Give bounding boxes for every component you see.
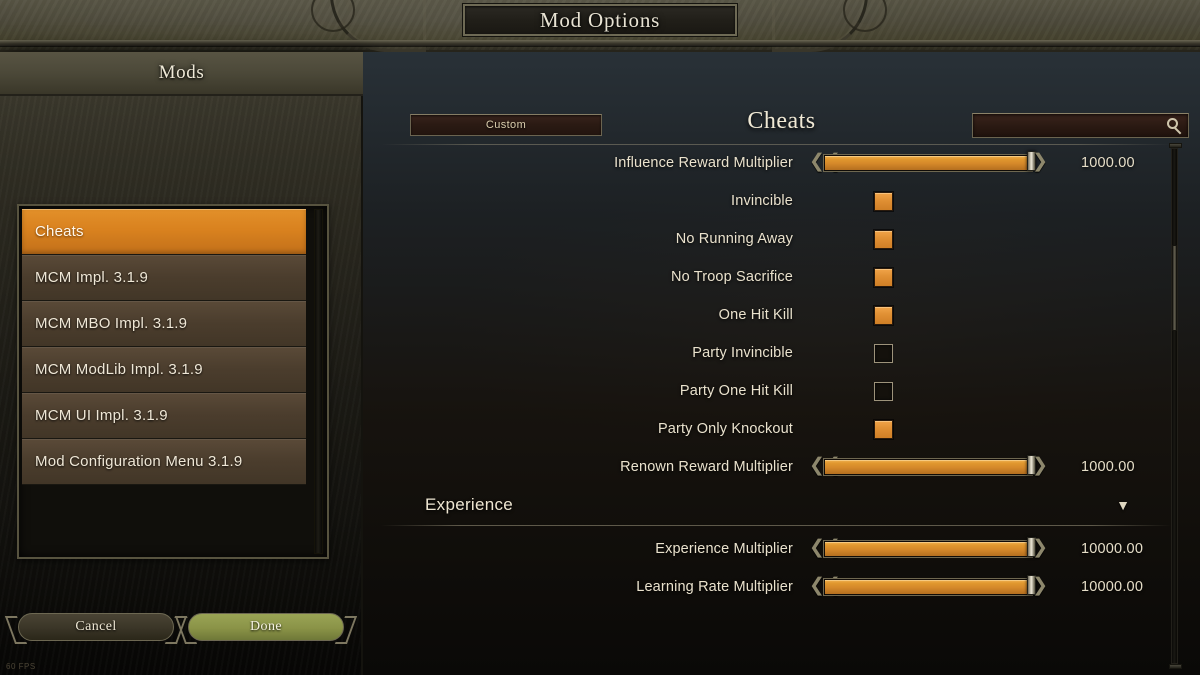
search-box[interactable] [972,113,1189,138]
section-header-experience[interactable]: Experience ▼ [363,486,1200,530]
fps-counter: 60 FPS [6,662,36,671]
option-control: ❮❮❯ [809,151,1048,174]
option-value: 10000.00 [1081,579,1144,595]
slider-influence-reward-multiplier[interactable]: ❮❮❯ [809,151,1048,174]
sidebar-item-label: Mod Configuration Menu 3.1.9 [35,453,243,470]
slider-fill [825,460,1033,474]
option-row-party-only-knockout: Party Only Knockout [363,410,1200,448]
option-value: 1000.00 [1081,459,1135,475]
option-row-learning-rate-multiplier: Learning Rate Multiplier ❮❮❯ 10000.00 [363,568,1200,606]
done-button[interactable]: Done [188,613,344,641]
checkbox-no-troop-sacrifice[interactable] [874,267,893,287]
sidebar-item-label: Cheats [35,223,84,240]
checkbox-one-hit-kill[interactable] [874,305,893,325]
option-row-party-one-hit-kill: Party One Hit Kill [363,372,1200,410]
option-row-no-troop-sacrifice: No Troop Sacrifice [363,258,1200,296]
slider-fill [825,542,1033,556]
mods-sidebar: Mods Cheats MCM Impl. 3.1.9 MCM MBO Impl. … [0,52,363,675]
sidebar-item-mcm-mbo-impl-3-1-9[interactable]: MCM MBO Impl. 3.1.9 [22,301,306,347]
cancel-button[interactable]: Cancel [18,613,174,641]
sidebar-item-label: MCM MBO Impl. 3.1.9 [35,315,188,332]
sidebar-item-mcm-ui-impl-3-1-9[interactable]: MCM UI Impl. 3.1.9 [22,393,306,439]
scrollbar-cap-bottom [1169,664,1182,669]
options-panel: Custom Cheats Influence Reward Multiplie… [363,52,1200,675]
slider-experience-multiplier[interactable]: ❮❮❯ [809,537,1048,560]
option-label: Party Only Knockout [657,421,793,437]
game-screen: Mod Options Mods Cheats MCM Impl. 3.1.9 MC… [0,0,1200,675]
options-scrollbar[interactable] [1169,143,1182,669]
slider-track[interactable] [823,540,1033,558]
done-button-label: Done [250,619,282,634]
option-row-one-hit-kill: One Hit Kill [363,296,1200,334]
option-label: No Troop Sacrifice [671,269,793,285]
sidebar-item-label: MCM ModLib Impl. 3.1.9 [35,361,203,378]
search-icon [1167,118,1182,135]
scrollbar-cap-top [1169,143,1182,148]
sidebar-item-label: MCM UI Impl. 3.1.9 [35,407,168,424]
mods-list-scrollbar[interactable] [314,209,323,554]
option-control: ❮❮❯ [809,537,1048,560]
option-row-invincible: Invincible [363,182,1200,220]
search-input[interactable] [981,114,1159,137]
option-row-influence-reward-multiplier: Influence Reward Multiplier ❮❮❯ 1000.00 [363,144,1200,182]
sidebar-title: Mods [158,62,205,83]
window-titlebar: Mod Options [0,0,1200,52]
slider-increase-icon[interactable]: ❯ [1032,537,1048,559]
sidebar-item-label: MCM Impl. 3.1.9 [35,269,149,286]
option-label: One Hit Kill [718,307,793,323]
mods-list-frame: Cheats MCM Impl. 3.1.9 MCM MBO Impl. 3.1.9… [17,204,329,559]
sidebar-item-cheats[interactable]: Cheats [22,209,306,255]
scrollbar-thumb[interactable] [1172,245,1177,331]
sidebar-button-row: Cancel Done [18,613,344,641]
sidebar-header: Mods [0,52,363,96]
option-label: Influence Reward Multiplier [614,155,793,171]
checkbox-party-invincible[interactable] [874,343,893,363]
option-label: Experience Multiplier [655,541,793,557]
option-label: Party One Hit Kill [679,383,793,399]
option-control: ❮❮❯ [809,575,1048,598]
option-label: Invincible [731,193,793,209]
options-content: Influence Reward Multiplier ❮❮❯ 1000.00 Inv… [363,144,1200,675]
mods-list: Cheats MCM Impl. 3.1.9 MCM MBO Impl. 3.1.9… [22,209,324,485]
cancel-button-label: Cancel [75,619,117,634]
checkbox-no-running-away[interactable] [874,229,893,249]
sidebar-item-mcm-modlib-impl-3-1-9[interactable]: MCM ModLib Impl. 3.1.9 [22,347,306,393]
window-title-plate: Mod Options [463,4,737,36]
window-title: Mod Options [539,7,661,32]
option-value: 10000.00 [1081,541,1144,557]
sidebar-item-mcm-impl-3-1-9[interactable]: MCM Impl. 3.1.9 [22,255,306,301]
options-header [363,52,1200,107]
option-control: ❮❮❯ [809,455,1048,478]
slider-track[interactable] [823,458,1033,476]
option-row-party-invincible: Party Invincible [363,334,1200,372]
sidebar-item-mod-configuration-menu-3-1-9[interactable]: Mod Configuration Menu 3.1.9 [22,439,306,485]
checkbox-party-one-hit-kill[interactable] [874,381,893,401]
slider-increase-icon[interactable]: ❯ [1032,455,1048,477]
slider-learning-rate-multiplier[interactable]: ❮❮❯ [809,575,1048,598]
section-divider [381,525,1171,526]
option-row-no-running-away: No Running Away [363,220,1200,258]
slider-increase-icon[interactable]: ❯ [1032,575,1048,597]
option-label: No Running Away [675,231,793,247]
option-value: 1000.00 [1081,155,1135,171]
option-row-renown-reward-multiplier: Renown Reward Multiplier ❮❮❯ 1000.00 [363,448,1200,486]
section-title: Experience [425,495,514,514]
slider-fill [825,156,1033,170]
checkbox-party-only-knockout[interactable] [874,419,893,439]
option-row-experience-multiplier: Experience Multiplier ❮❮❯ 10000.00 [363,530,1200,568]
titlebar-rail [0,40,1200,46]
slider-renown-reward-multiplier[interactable]: ❮❮❯ [809,455,1048,478]
option-label: Learning Rate Multiplier [636,579,793,595]
option-label: Renown Reward Multiplier [620,459,793,475]
slider-fill [825,580,1033,594]
slider-track[interactable] [823,154,1033,172]
slider-track[interactable] [823,578,1033,596]
option-label: Party Invincible [692,345,793,361]
checkbox-invincible[interactable] [874,191,893,211]
options-rows: Influence Reward Multiplier ❮❮❯ 1000.00 Inv… [363,144,1200,606]
slider-increase-icon[interactable]: ❯ [1032,151,1048,173]
chevron-down-icon[interactable]: ▼ [1116,498,1130,512]
